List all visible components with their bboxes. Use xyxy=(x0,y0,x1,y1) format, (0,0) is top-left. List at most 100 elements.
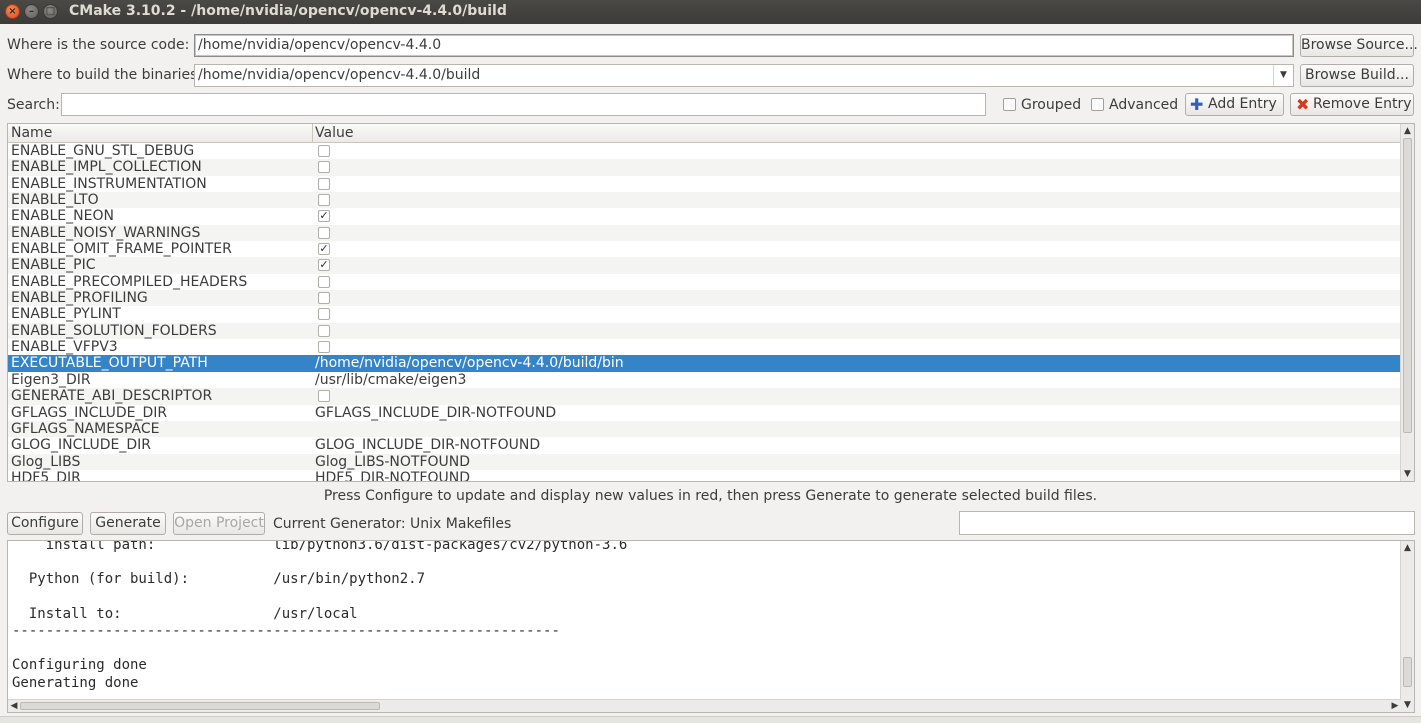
build-path-value: /home/nvidia/opencv/opencv-4.4.0/build xyxy=(198,67,481,83)
scroll-left-icon[interactable]: ◀ xyxy=(8,700,20,712)
row-value-checkbox[interactable] xyxy=(318,390,330,403)
table-row[interactable]: ENABLE_NOISY_WARNINGS xyxy=(8,224,1401,242)
table-row[interactable]: ENABLE_PYLINT xyxy=(8,306,1401,322)
add-entry-button[interactable]: ✚ Add Entry xyxy=(1185,93,1284,116)
table-row[interactable]: ENABLE_PIC ✓ xyxy=(8,257,1401,274)
row-value-checkbox[interactable] xyxy=(318,341,330,354)
table-rows: ENABLE_GNU_STL_DEBUG ENABLE_IMPL_COLLECTI… xyxy=(8,143,1401,481)
table-row[interactable]: ENABLE_SOLUTION_FOLDERS xyxy=(8,322,1401,340)
table-row[interactable]: ENABLE_INSTRUMENTATION xyxy=(8,176,1401,192)
table-row[interactable]: GFLAGS_INCLUDE_DIR GFLAGS_INCLUDE_DIR-NOT… xyxy=(8,405,1401,421)
row-name: ENABLE_NEON xyxy=(11,208,114,225)
output-vertical-scrollbar[interactable]: ▲ ▼ xyxy=(1400,541,1414,712)
table-row[interactable]: ENABLE_PROFILING xyxy=(8,290,1401,307)
grouped-label: Grouped xyxy=(1021,97,1082,113)
window-title: CMake 3.10.2 - /home/nvidia/opencv/openc… xyxy=(69,3,507,19)
output-log[interactable]: install path: lib/python3.6/dist-package… xyxy=(7,540,1415,713)
remove-entry-button[interactable]: ✖ Remove Entry xyxy=(1290,93,1414,116)
hint-text: Press Configure to update and display ne… xyxy=(323,488,1098,504)
output-scroll-down-icon[interactable]: ▼ xyxy=(1401,698,1414,712)
search-input[interactable] xyxy=(61,93,986,116)
output-line: Configuring done xyxy=(12,657,147,674)
table-header: Name Value xyxy=(8,124,1401,143)
close-window-button[interactable]: × xyxy=(5,4,20,19)
advanced-checkbox[interactable] xyxy=(1091,98,1104,111)
table-row[interactable]: EXECUTABLE_OUTPUT_PATH/home/nvidia/openc… xyxy=(8,355,1401,372)
table-row[interactable]: ENABLE_OMIT_FRAME_POINTER ✓ xyxy=(8,241,1401,257)
table-row[interactable]: HDF5_DIR HDF5_DIR-NOTFOUND xyxy=(8,470,1401,481)
table-row[interactable]: GLOG_INCLUDE_DIR GLOG_INCLUDE_DIR-NOTFOUN… xyxy=(8,437,1401,453)
row-name: ENABLE_OMIT_FRAME_POINTER xyxy=(11,241,232,258)
table-row[interactable]: ENABLE_IMPL_COLLECTION xyxy=(8,159,1401,176)
cache-table[interactable]: Name Value ENABLE_GNU_STL_DEBUG ENABLE_IM… xyxy=(7,123,1415,482)
table-row[interactable]: GENERATE_ABI_DESCRIPTOR xyxy=(8,388,1401,405)
output-line: ----------------------------------------… xyxy=(12,622,560,639)
row-name: ENABLE_PROFILING xyxy=(11,290,148,307)
output-scroll-up-icon[interactable]: ▲ xyxy=(1401,541,1414,555)
output-scroll-thumb[interactable] xyxy=(1403,657,1412,687)
row-value[interactable]: GFLAGS_INCLUDE_DIR-NOTFOUND xyxy=(315,405,556,421)
open-project-button[interactable]: Open Project xyxy=(173,512,265,535)
row-value-checkbox[interactable] xyxy=(318,275,330,288)
row-name: GFLAGS_INCLUDE_DIR xyxy=(11,404,168,421)
scroll-right-icon[interactable]: ▶ xyxy=(1389,700,1401,712)
minimize-window-button[interactable]: – xyxy=(24,4,39,19)
table-row[interactable]: ENABLE_NEON ✓ xyxy=(8,208,1401,224)
row-value-checkbox[interactable] xyxy=(318,324,330,337)
close-icon: × xyxy=(8,6,17,17)
row-value-checkbox[interactable] xyxy=(318,145,330,157)
table-row[interactable]: ENABLE_GNU_STL_DEBUG xyxy=(8,143,1401,159)
row-value[interactable]: /home/nvidia/opencv/opencv-4.4.0/build/b… xyxy=(315,355,624,371)
scroll-down-icon[interactable]: ▼ xyxy=(1401,467,1414,481)
scroll-up-icon[interactable]: ▲ xyxy=(1401,124,1414,138)
column-separator xyxy=(312,124,313,143)
status-strip xyxy=(0,716,1421,723)
table-row[interactable]: Eigen3_DIR/usr/lib/cmake/eigen3 xyxy=(8,372,1401,388)
row-value-checkbox[interactable]: ✓ xyxy=(318,259,330,272)
build-path-combobox[interactable]: /home/nvidia/opencv/opencv-4.4.0/build ▼ xyxy=(194,64,1294,87)
table-vertical-scrollbar[interactable]: ▲ ▼ xyxy=(1400,124,1414,481)
table-row[interactable]: Glog_LIBS Glog_LIBS-NOTFOUND xyxy=(8,453,1401,470)
row-value[interactable]: GLOG_INCLUDE_DIR-NOTFOUND xyxy=(315,437,540,453)
table-row[interactable]: ENABLE_PRECOMPILED_HEADERS xyxy=(8,274,1401,290)
column-value-header[interactable]: Value xyxy=(315,125,353,141)
remove-icon: ✖ xyxy=(1296,95,1310,114)
row-value-checkbox[interactable]: ✓ xyxy=(318,243,330,256)
table-scroll-thumb[interactable] xyxy=(1403,138,1412,433)
row-value[interactable]: HDF5_DIR-NOTFOUND xyxy=(315,470,470,481)
row-value[interactable]: /usr/lib/cmake/eigen3 xyxy=(315,372,466,388)
generate-button[interactable]: Generate xyxy=(90,512,166,535)
row-name: ENABLE_PRECOMPILED_HEADERS xyxy=(11,273,248,290)
browse-source-button[interactable]: Browse Source... xyxy=(1300,34,1418,57)
chevron-down-icon[interactable]: ▼ xyxy=(1273,65,1293,86)
row-value-checkbox[interactable] xyxy=(318,161,330,174)
row-value-checkbox[interactable] xyxy=(318,308,330,321)
row-name: GENERATE_ABI_DESCRIPTOR xyxy=(11,388,213,405)
title-bar: × – □ CMake 3.10.2 - /home/nvidia/opencv… xyxy=(0,0,1421,24)
table-row[interactable]: ENABLE_LTO xyxy=(8,192,1401,209)
output-line: Install to: /usr/local xyxy=(12,605,358,622)
row-value-checkbox[interactable] xyxy=(318,226,330,239)
source-path-input[interactable]: /home/nvidia/opencv/opencv-4.4.0 xyxy=(194,34,1294,57)
row-value-checkbox[interactable]: ✓ xyxy=(318,210,330,223)
table-row[interactable]: GFLAGS_NAMESPACE xyxy=(8,420,1401,438)
row-value[interactable]: Glog_LIBS-NOTFOUND xyxy=(315,454,470,470)
maximize-window-button[interactable]: □ xyxy=(43,4,58,19)
output-hscroll-thumb[interactable] xyxy=(20,702,380,710)
column-name-header[interactable]: Name xyxy=(11,125,52,141)
browse-build-button[interactable]: Browse Build... xyxy=(1300,64,1414,87)
output-horizontal-scrollbar[interactable]: ◀ ▶ xyxy=(8,699,1401,712)
row-value-checkbox[interactable] xyxy=(318,194,330,207)
row-name: GLOG_INCLUDE_DIR xyxy=(11,437,152,454)
row-value-checkbox[interactable] xyxy=(318,177,330,190)
configure-button[interactable]: Configure xyxy=(7,512,83,535)
row-value-checkbox[interactable] xyxy=(318,292,330,305)
add-entry-label: Add Entry xyxy=(1208,96,1277,112)
row-name: Glog_LIBS xyxy=(11,453,81,470)
grouped-checkbox[interactable] xyxy=(1003,98,1016,111)
table-row[interactable]: ENABLE_VFPV3 xyxy=(8,339,1401,355)
remove-entry-label: Remove Entry xyxy=(1313,96,1412,112)
